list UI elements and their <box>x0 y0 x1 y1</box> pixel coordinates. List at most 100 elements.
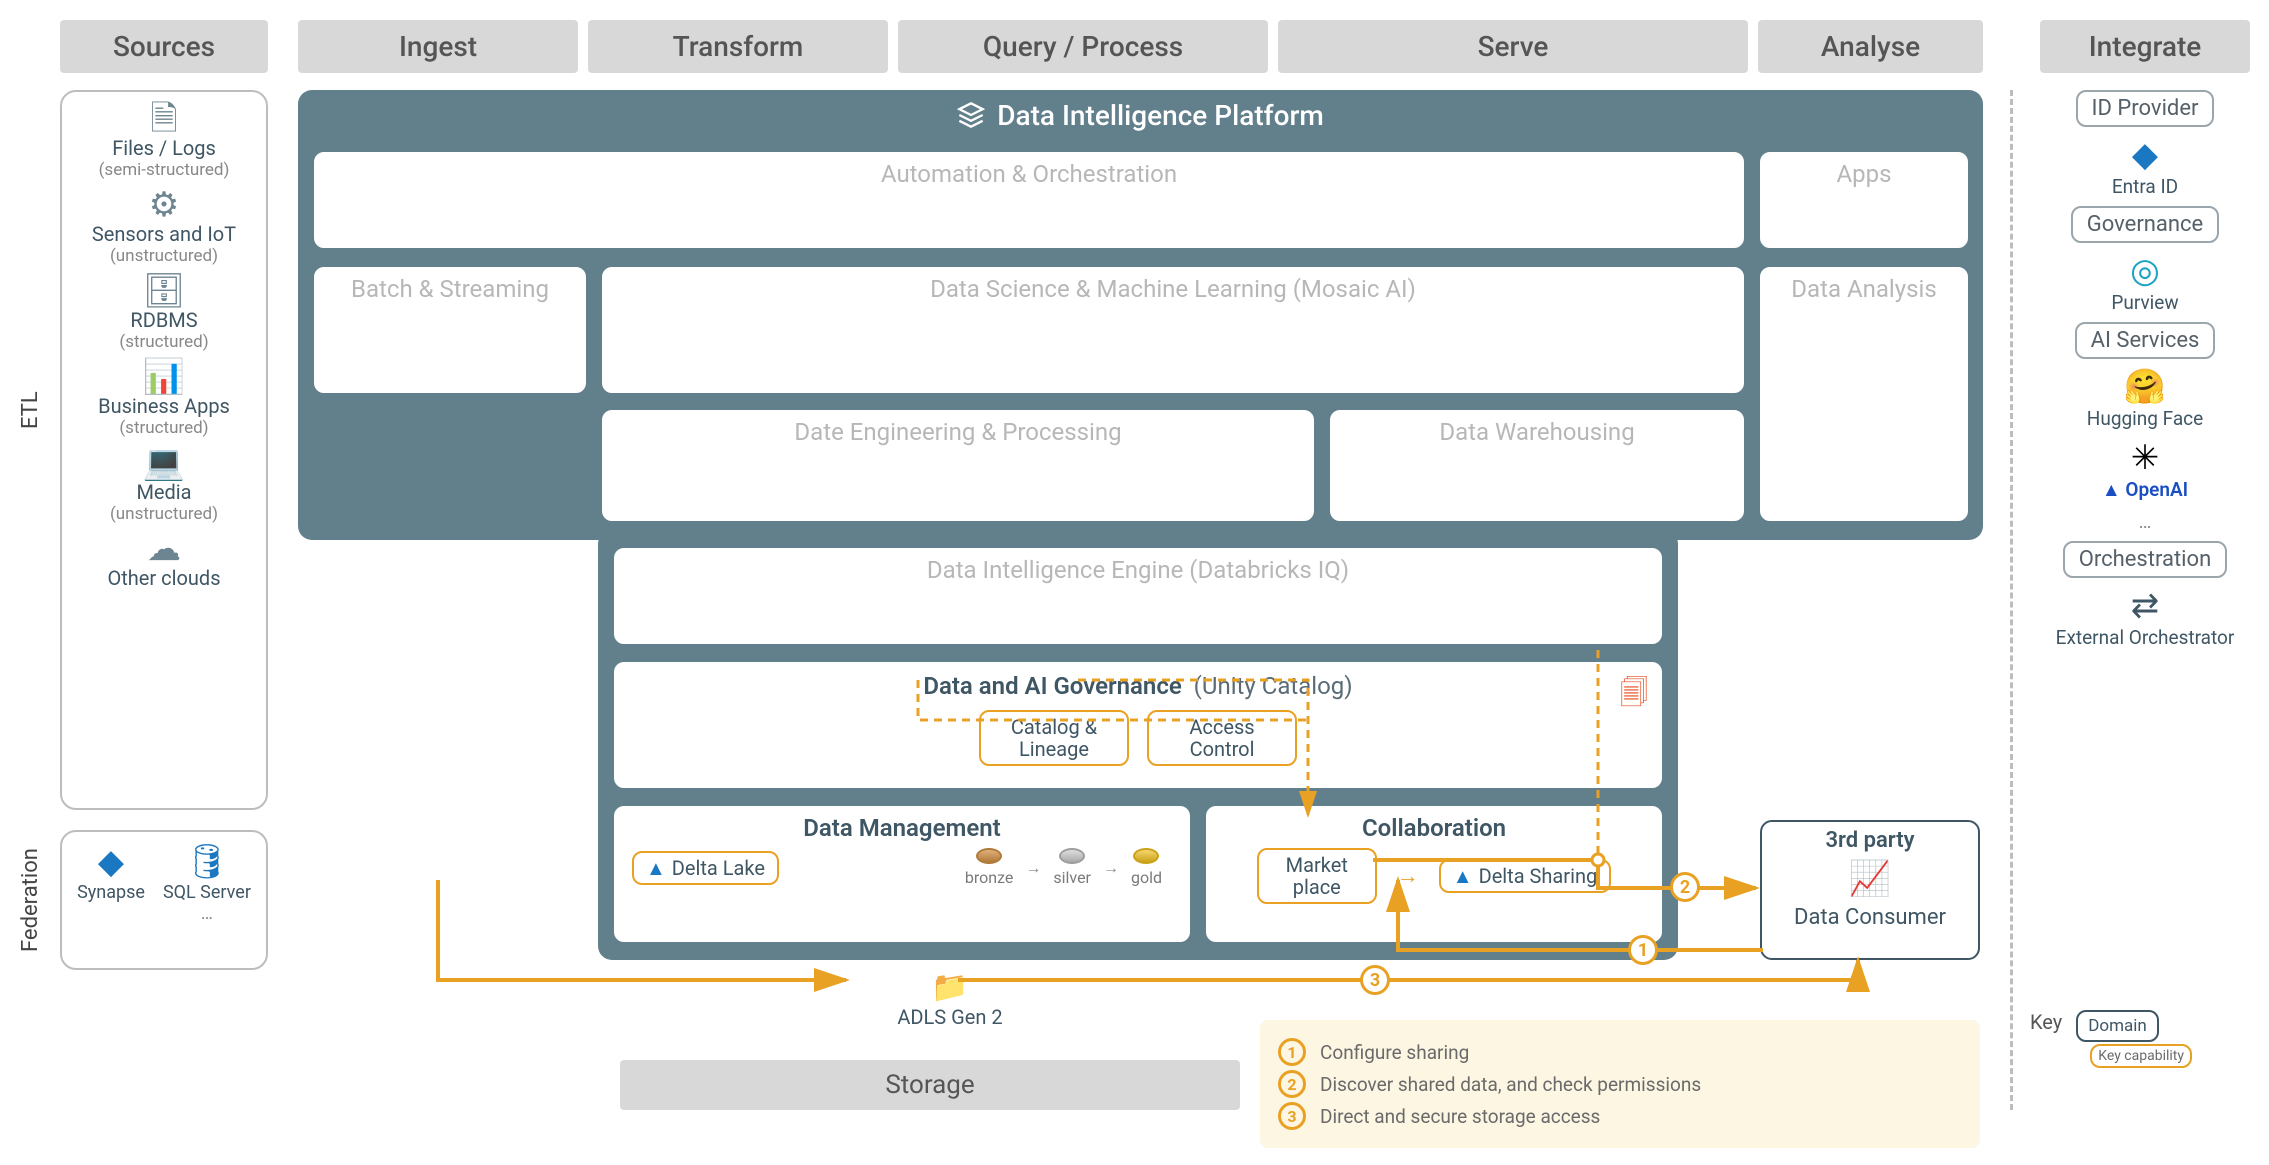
purview-label: Purview <box>2111 291 2178 314</box>
step-2-marker: 2 <box>1670 872 1700 902</box>
synapse-icon: ◆ <box>77 842 145 882</box>
delta-sharing-icon: ▲ <box>1453 865 1473 887</box>
dm-title: Data Management <box>622 814 1182 842</box>
fed-sqlserver: 🛢 SQL Server … <box>163 842 251 924</box>
col-integrate: Integrate <box>2040 20 2250 73</box>
box-collaboration: Collaboration Market place → ▲ Delta Sha… <box>1204 804 1664 944</box>
gov-title: Data and AI Governance (Unity Catalog) <box>624 672 1652 700</box>
federation-panel: ◆ Synapse 🛢 SQL Server … <box>60 830 268 970</box>
sources-panel: 🗎 Files / Logs (semi-structured) ⚙ Senso… <box>60 90 268 810</box>
sqlserver-icon: 🛢 <box>163 842 251 882</box>
folder-icon: 📁 <box>870 970 1030 1005</box>
platform-title-row: Data Intelligence Platform <box>298 90 1983 140</box>
tp-title: 3rd party <box>1772 828 1968 853</box>
col-sources: Sources <box>60 20 268 73</box>
adls-label: ADLS Gen 2 <box>870 1005 1030 1029</box>
box-apps: Apps <box>1758 150 1970 250</box>
pill-ai-services: AI Services <box>2075 322 2216 359</box>
integrate-panel: ID Provider ◆ Entra ID Governance ◎ Purv… <box>2030 90 2260 649</box>
src-rdbms: 🗄 RDBMS (structured) <box>119 274 208 352</box>
box-third-party: 3rd party 📈 Data Consumer <box>1760 820 1980 960</box>
tp-consumer: Data Consumer <box>1772 905 1968 930</box>
src-iot-title: Sensors and IoT <box>92 222 236 246</box>
src-media: 💻 Media (unstructured) <box>110 446 218 524</box>
src-biz-sub: (structured) <box>98 418 230 438</box>
int-entra: ◆ Entra ID <box>2112 135 2178 198</box>
gold-label: gold <box>1131 868 1162 887</box>
box-dsml: Data Science & Machine Learning (Mosaic … <box>600 265 1746 395</box>
purview-icon: ◎ <box>2111 251 2178 291</box>
legend-capability: Key capability <box>2090 1044 2192 1068</box>
col-serve: Serve <box>1278 20 1748 73</box>
step-2-text: Discover shared data, and check permissi… <box>1320 1073 1701 1096</box>
box-governance: Data and AI Governance (Unity Catalog) C… <box>612 660 1664 790</box>
col-query: Query / Process <box>898 20 1268 73</box>
step-1-text: Configure sharing <box>1320 1041 1469 1064</box>
int-more: … <box>2139 510 2152 533</box>
collab-title: Collaboration <box>1214 814 1654 842</box>
int-ext-orch: ⇄ External Orchestrator <box>2056 586 2235 649</box>
medallion: bronze → silver → gold <box>965 848 1162 887</box>
arrow-icon: → <box>1397 863 1419 889</box>
src-files: 🗎 Files / Logs (semi-structured) <box>99 102 230 180</box>
layers-icon <box>957 101 985 129</box>
network-icon: ⚙ <box>92 188 236 222</box>
entra-icon: ◆ <box>2112 135 2178 175</box>
legend-domain: Domain <box>2076 1010 2159 1042</box>
delta-icon: ▲ <box>646 857 666 879</box>
box-data-management: Data Management ▲ Delta Lake bronze → si… <box>612 804 1192 944</box>
cloud-icon: ☁ <box>107 532 220 566</box>
etl-label: ETL <box>18 350 43 470</box>
src-media-title: Media <box>110 480 218 504</box>
pill-marketplace: Market place <box>1257 848 1377 904</box>
delta-lake-label: Delta Lake <box>672 857 765 879</box>
int-purview: ◎ Purview <box>2111 251 2178 314</box>
entra-label: Entra ID <box>2112 175 2178 198</box>
hf-label: Hugging Face <box>2087 407 2203 430</box>
platform: Data Intelligence Platform Automation & … <box>298 90 1983 960</box>
src-iot: ⚙ Sensors and IoT (unstructured) <box>92 188 236 266</box>
legend-key: Key <box>2030 1010 2062 1034</box>
box-analysis: Data Analysis <box>1758 265 1970 523</box>
src-rdbms-title: RDBMS <box>119 308 208 332</box>
src-iot-sub: (unstructured) <box>92 246 236 266</box>
int-hf: 🤗 Hugging Face <box>2087 367 2203 430</box>
col-ingest: Ingest <box>298 20 578 73</box>
chart-icon: 📊 <box>98 360 230 394</box>
step-1-marker: 1 <box>1628 935 1658 965</box>
pill-catalog: Catalog & Lineage <box>979 710 1129 766</box>
workflow-icon: ⇄ <box>2056 586 2235 626</box>
ext-orch-label: External Orchestrator <box>2056 626 2235 649</box>
pill-delta-lake: ▲ Delta Lake <box>632 851 779 885</box>
adls: 📁 ADLS Gen 2 <box>870 970 1030 1029</box>
file-icon: 🗎 <box>99 102 230 136</box>
pill-orchestration: Orchestration <box>2063 541 2227 578</box>
hf-icon: 🤗 <box>2087 367 2203 407</box>
gov-title-main: Data and AI Governance <box>923 672 1181 700</box>
document-icon: 🗐 <box>1620 672 1648 720</box>
openai-label: ▲ OpenAI <box>2102 478 2188 502</box>
pill-id-provider: ID Provider <box>2076 90 2215 127</box>
int-openai: ✳ ▲ OpenAI <box>2102 438 2188 502</box>
src-files-sub: (semi-structured) <box>99 160 230 180</box>
openai-icon: ✳ <box>2102 438 2188 478</box>
src-biz: 📊 Business Apps (structured) <box>98 360 230 438</box>
col-transform: Transform <box>588 20 888 73</box>
fed-synapse: ◆ Synapse <box>77 842 145 903</box>
fed-synapse-label: Synapse <box>77 882 145 903</box>
federation-label: Federation <box>18 830 43 970</box>
box-dw: Data Warehousing <box>1328 408 1746 523</box>
storage-label: Storage <box>620 1060 1240 1110</box>
src-biz-title: Business Apps <box>98 394 230 418</box>
pill-access: Access Control <box>1147 710 1297 766</box>
database-icon: 🗄 <box>119 274 208 308</box>
src-media-sub: (unstructured) <box>110 504 218 524</box>
silver-label: silver <box>1053 868 1091 887</box>
src-rdbms-sub: (structured) <box>119 332 208 352</box>
box-engine: Data Intelligence Engine (Databricks IQ) <box>612 546 1664 646</box>
fed-more: … <box>163 903 251 924</box>
step-3-text: Direct and secure storage access <box>1320 1105 1600 1128</box>
pill-delta-sharing: ▲ Delta Sharing <box>1439 859 1611 893</box>
steps-legend: 1Configure sharing 2Discover shared data… <box>1260 1020 1980 1148</box>
box-batch: Batch & Streaming <box>312 265 588 395</box>
